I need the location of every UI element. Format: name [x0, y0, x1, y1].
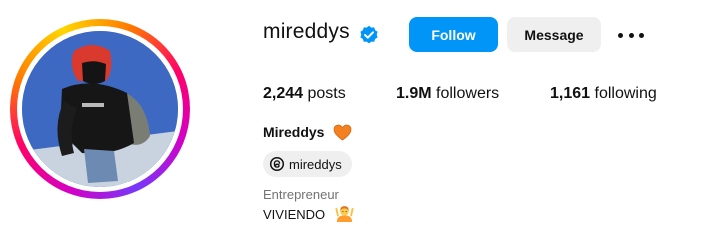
posts-value: 2,244: [263, 85, 304, 102]
dot: [618, 32, 623, 38]
person-gesturing-ok-icon: [335, 206, 354, 223]
followers-count[interactable]: 1.9M followers: [396, 85, 499, 103]
following-value: 1,161: [550, 85, 591, 102]
threads-handle: mireddys: [289, 156, 342, 172]
follow-button[interactable]: Follow: [409, 17, 498, 52]
orange-heart-icon: [333, 124, 352, 141]
profile-category: Entrepreneur: [263, 187, 339, 202]
followers-value: 1.9M: [396, 85, 432, 102]
profile-avatar-ring[interactable]: [10, 19, 190, 199]
message-button[interactable]: Message: [507, 17, 601, 52]
avatar[interactable]: [22, 31, 178, 187]
avatar-photo-image: [22, 31, 178, 187]
following-label: following: [594, 85, 657, 102]
posts-count: 2,244 posts: [263, 85, 346, 103]
following-count[interactable]: 1,161 following: [550, 85, 657, 103]
more-options-icon[interactable]: [618, 25, 644, 45]
verified-badge-icon: [360, 25, 378, 44]
threads-link[interactable]: mireddys: [263, 151, 352, 177]
bio-text: VIVIENDO: [263, 207, 326, 222]
avatar-gap: [17, 26, 183, 192]
username: mireddys: [263, 20, 350, 43]
posts-label: posts: [307, 85, 346, 102]
dot: [639, 32, 644, 38]
followers-label: followers: [436, 85, 500, 102]
full-name: Mireddys: [263, 124, 325, 140]
dot: [628, 32, 634, 38]
threads-icon: [269, 156, 285, 172]
